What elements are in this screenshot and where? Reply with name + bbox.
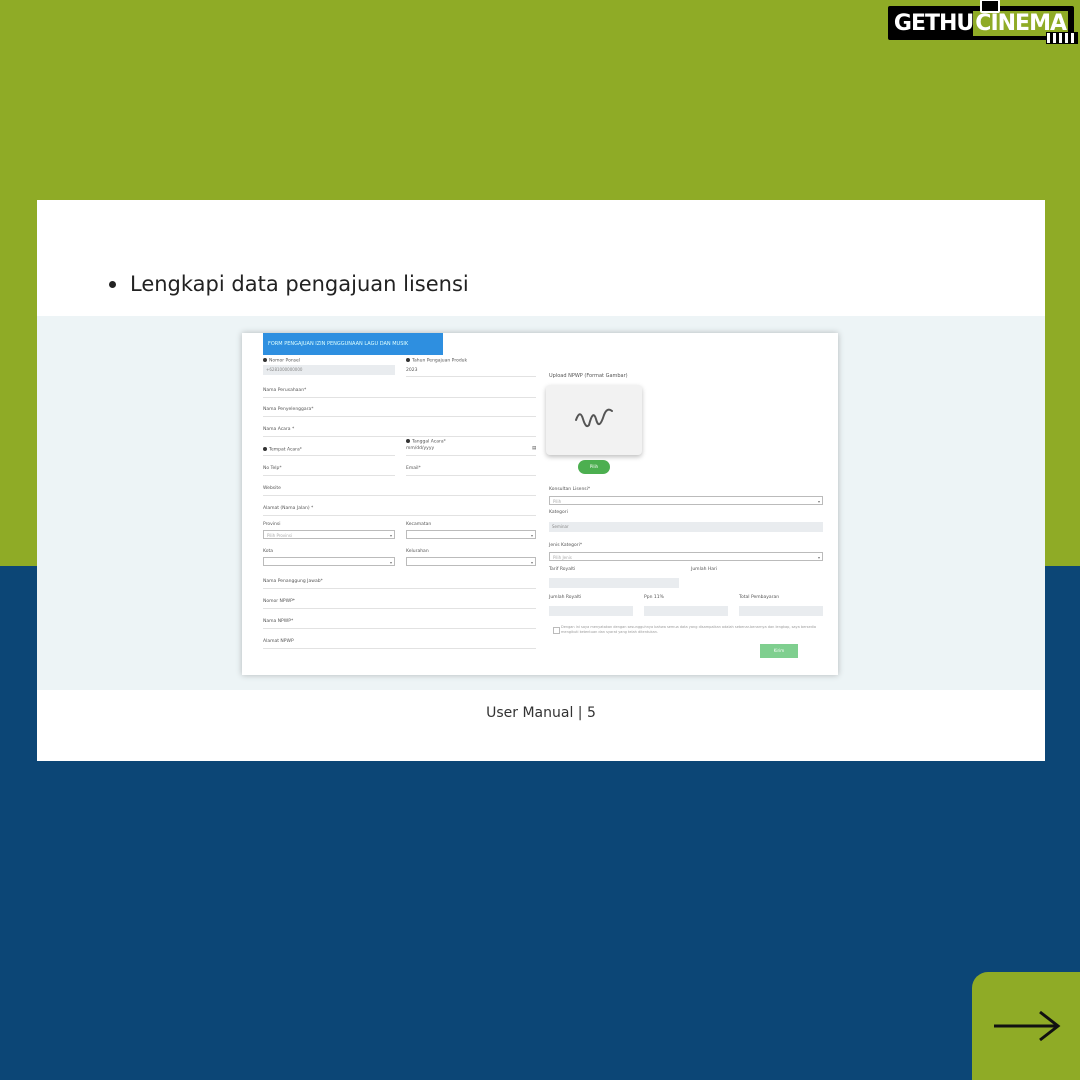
camera-icon: [979, 0, 1000, 13]
agreement-checkbox[interactable]: [553, 627, 560, 634]
brand-part1: GETHU: [893, 10, 974, 36]
tanggal-acara-field[interactable]: mm/dd/yyyy: [406, 446, 434, 451]
film-strip-icon: [1046, 32, 1078, 44]
nama-npwp-field[interactable]: [263, 628, 536, 629]
radio-icon: [263, 358, 267, 362]
radio-icon: [406, 358, 410, 362]
signature-placeholder-icon: [575, 408, 613, 428]
nomor-ponsel-field[interactable]: +6281000000000: [263, 365, 395, 375]
jenis-kategori-label: Jenis Kategori*: [549, 543, 583, 548]
nomor-ponsel-label: Nomor Ponsel: [263, 358, 300, 364]
kota-label: Kota: [263, 549, 274, 554]
brand-logo: GETHU CINEMA: [887, 0, 1078, 44]
form-screenshot: FORM PENGAJUAN IZIN PENGGUNAAN LAGU DAN …: [242, 333, 838, 675]
alamat-npwp-field[interactable]: [263, 648, 536, 649]
kategori-field[interactable]: Seminar: [549, 522, 823, 532]
jumlah-royalti-field[interactable]: [549, 606, 633, 616]
tahun-underline: [406, 376, 536, 377]
kota-select[interactable]: ▾: [263, 557, 395, 566]
konsultan-label: Konsultan Lisensi*: [549, 487, 591, 492]
website-field[interactable]: [263, 495, 536, 496]
chevron-down-icon: ▾: [530, 533, 533, 538]
chevron-down-icon: ▾: [817, 555, 820, 560]
kelurahan-label: Kelurahan: [406, 549, 429, 554]
tahun-label: Tahun Pengajuan Produk: [406, 358, 467, 364]
provinsi-label: Provinsi: [263, 522, 281, 527]
chevron-down-icon: ▾: [817, 499, 820, 504]
kategori-label: Kategori: [549, 510, 568, 515]
tarif-field[interactable]: [549, 578, 679, 588]
total-field[interactable]: [739, 606, 823, 616]
nama-npwp-label: Nama NPWP*: [263, 619, 294, 624]
slide-panel: Lengkapi data pengajuan lisensi FORM PEN…: [37, 200, 1045, 761]
form-header: FORM PENGAJUAN IZIN PENGGUNAAN LAGU DAN …: [263, 333, 443, 355]
nama-penyelenggara-field[interactable]: [263, 416, 536, 417]
nomor-npwp-field[interactable]: [263, 608, 536, 609]
konsultan-select[interactable]: Pilih ▾: [549, 496, 823, 505]
jumlah-hari-label: Jumlah Hari: [691, 567, 718, 572]
bullet-text: Lengkapi data pengajuan lisensi: [130, 272, 469, 296]
alamat-label: Alamat (Nama Jalan) *: [263, 506, 314, 511]
arrow-right-icon: [994, 1010, 1061, 1042]
nomor-npwp-label: Nomor NPWP*: [263, 599, 296, 604]
radio-icon: [406, 439, 410, 443]
submit-button[interactable]: Kirim: [760, 644, 798, 658]
alamat-field[interactable]: [263, 515, 536, 516]
agreement-text: Dengan ini saya menyatakan dengan sesung…: [561, 625, 816, 634]
tarif-label: Tarif Royalti: [549, 567, 576, 572]
penanggung-jawab-label: Nama Penanggung Jawab*: [263, 579, 323, 584]
email-label: Email*: [406, 466, 421, 471]
tanggal-acara-label: Tanggal Acara*: [406, 439, 446, 445]
radio-icon: [263, 447, 267, 451]
nama-acara-label: Nama Acara *: [263, 427, 295, 432]
tanggal-underline: [406, 455, 536, 456]
penanggung-jawab-field[interactable]: [263, 588, 536, 589]
nama-perusahaan-label: Nama Perusahaan*: [263, 388, 307, 393]
no-telp-field[interactable]: [263, 475, 395, 476]
kecamatan-select[interactable]: ▾: [406, 530, 536, 539]
nama-penyelenggara-label: Nama Penyelenggara*: [263, 407, 314, 412]
chevron-down-icon: ▾: [389, 560, 392, 565]
kecamatan-label: Kecamatan: [406, 522, 432, 527]
calendar-icon[interactable]: ▤: [532, 446, 536, 451]
tempat-acara-label: Tempat Acara*: [263, 447, 302, 453]
nama-acara-field[interactable]: [263, 436, 536, 437]
tempat-acara-field[interactable]: [263, 455, 395, 456]
tahun-value: 2023: [406, 368, 418, 373]
page-footer: User Manual | 5: [486, 705, 596, 721]
chevron-down-icon: ▾: [389, 533, 392, 538]
alamat-npwp-label: Alamat NPWP: [263, 639, 294, 644]
pilih-button[interactable]: Pilih: [578, 460, 610, 474]
website-label: Website: [263, 486, 281, 491]
provinsi-select[interactable]: Pilih Provinsi ▾: [263, 530, 395, 539]
next-button[interactable]: [972, 972, 1080, 1080]
total-label: Total Pembayaran: [739, 595, 780, 600]
kelurahan-select[interactable]: ▾: [406, 557, 536, 566]
jumlah-royalti-label: Jumlah Royalti: [549, 595, 582, 600]
bullet-dot-icon: [109, 280, 116, 288]
no-telp-label: No Telp*: [263, 466, 282, 471]
chevron-down-icon: ▾: [530, 560, 533, 565]
upload-label: Upload NPWP (Format Gambar): [549, 373, 628, 379]
ppn-field[interactable]: [644, 606, 728, 616]
upload-preview[interactable]: [546, 385, 642, 455]
bullet-item: Lengkapi data pengajuan lisensi: [109, 272, 469, 296]
ppn-label: Ppn 11%: [644, 595, 664, 600]
email-field[interactable]: [406, 475, 536, 476]
jenis-kategori-select[interactable]: Pilih Jenis ▾: [549, 552, 823, 561]
nama-perusahaan-field[interactable]: [263, 397, 536, 398]
